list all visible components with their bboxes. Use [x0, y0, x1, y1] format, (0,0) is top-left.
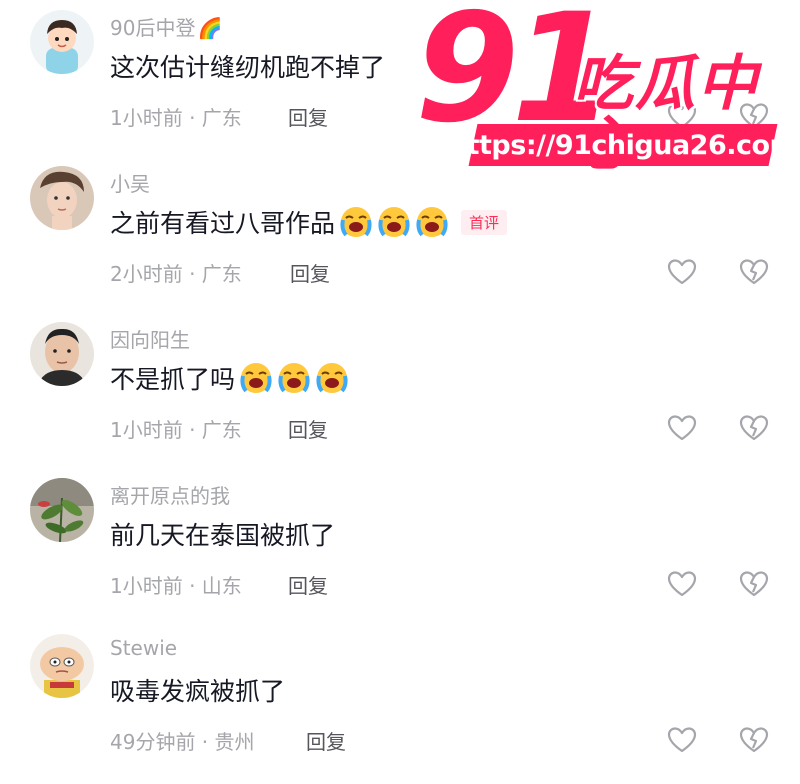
comment-meta: 49分钟前 · 贵州: [110, 730, 255, 754]
reply-button[interactable]: 回复: [288, 414, 328, 443]
comment-username[interactable]: Stewie: [110, 636, 177, 660]
reply-button[interactable]: 回复: [306, 726, 346, 755]
avatar[interactable]: [30, 10, 94, 74]
comment-meta: 1小时前 · 广东: [110, 106, 242, 130]
dislike-icon[interactable]: [738, 412, 770, 444]
like-icon[interactable]: [666, 256, 698, 288]
like-icon[interactable]: [666, 724, 698, 756]
like-icon[interactable]: [666, 568, 698, 600]
dislike-icon[interactable]: [738, 256, 770, 288]
comment-text: 这次估计缝纫机跑不掉了: [110, 53, 386, 82]
comment-text: 前几天在泰国被抓了: [110, 521, 336, 550]
rainbow-icon: 🌈: [197, 16, 223, 40]
comment-meta: 1小时前 · 广东: [110, 418, 242, 442]
comment-text: 之前有看过八哥作品 首评: [110, 204, 508, 240]
comment-username[interactable]: 离开原点的我: [110, 480, 230, 509]
first-comment-badge: 首评: [461, 209, 508, 235]
comment-meta: 2小时前 · 广东: [110, 262, 242, 286]
avatar[interactable]: [30, 634, 94, 698]
avatar[interactable]: [30, 166, 94, 230]
comment-item: 因向阳生 不是抓了吗 1小时前 · 广东 回复: [0, 322, 800, 472]
comment-meta: 1小时前 · 山东: [110, 574, 242, 598]
loudly-crying-face-icon: [339, 205, 373, 239]
reply-button[interactable]: 回复: [288, 102, 328, 131]
comment-text: 吸毒发疯被抓了: [110, 677, 286, 706]
loudly-crying-face-icon: [277, 361, 311, 395]
comment-item: 小吴 之前有看过八哥作品 首评 2小时前 · 广东 回复: [0, 166, 800, 316]
like-icon[interactable]: [666, 412, 698, 444]
avatar[interactable]: [30, 322, 94, 386]
loudly-crying-face-icon: [239, 361, 273, 395]
comment-item: Stewie 吸毒发疯被抓了 49分钟前 · 贵州 回复: [0, 634, 800, 784]
comment-username[interactable]: 因向阳生: [110, 324, 190, 353]
reply-button[interactable]: 回复: [288, 570, 328, 599]
avatar[interactable]: [30, 478, 94, 542]
loudly-crying-face-icon: [377, 205, 411, 239]
watermark-url-banner: https://91chigua26.com: [448, 124, 798, 166]
dislike-icon[interactable]: [738, 724, 770, 756]
reply-button[interactable]: 回复: [290, 258, 330, 287]
comment-username[interactable]: 小吴: [110, 168, 150, 197]
loudly-crying-face-icon: [315, 361, 349, 395]
watermark-logo: 91 吃瓜中心 https://91chigua26.com: [405, 0, 800, 177]
comment-item: 离开原点的我 前几天在泰国被抓了 1小时前 · 山东 回复: [0, 478, 800, 628]
comment-text: 不是抓了吗: [110, 360, 349, 396]
comment-username[interactable]: 90后中登 🌈: [110, 12, 222, 41]
dislike-icon[interactable]: [738, 568, 770, 600]
watermark-url: https://91chigua26.com: [448, 129, 798, 161]
loudly-crying-face-icon: [415, 205, 449, 239]
